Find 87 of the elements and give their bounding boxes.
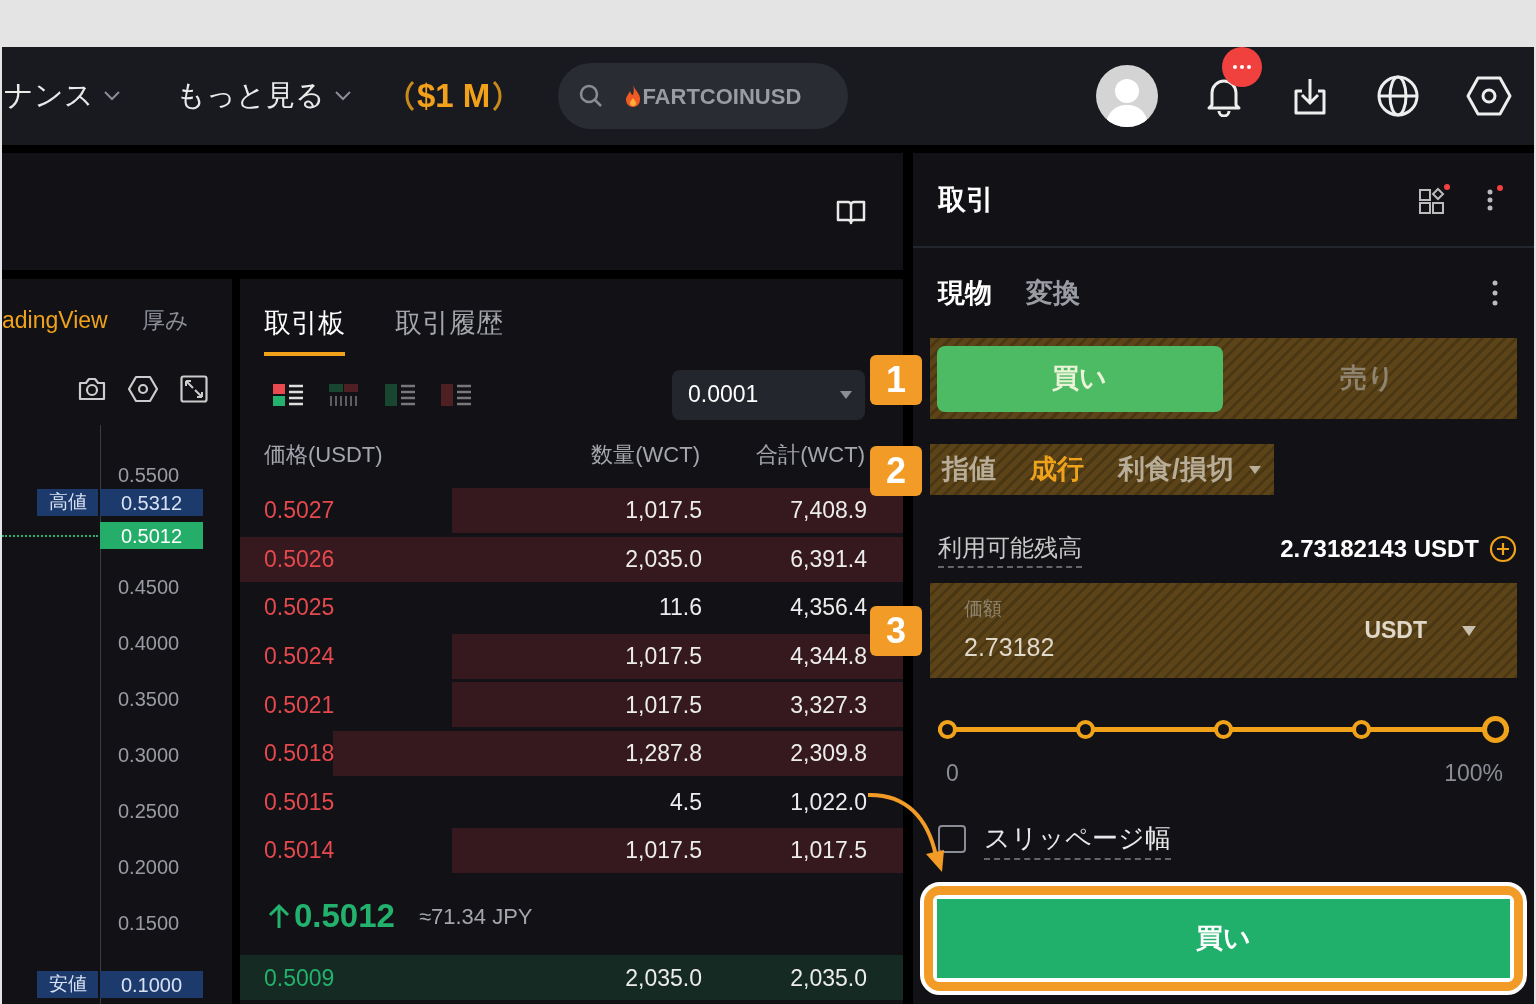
price-tag-label: 高値 [37, 489, 98, 516]
camera-icon[interactable] [78, 376, 106, 402]
order-amount: 2,035.0 [624, 963, 702, 993]
chart-tab[interactable]: 厚み [141, 302, 189, 338]
field-value: 2.73182 [964, 632, 1055, 663]
step-number-badge: 1 [870, 355, 922, 405]
slider-track[interactable] [938, 716, 1509, 743]
up-arrow-icon [268, 903, 290, 930]
search-bar[interactable]: FARTCOINUSD [558, 63, 849, 129]
price-tag-label: 安値 [37, 971, 98, 998]
axis-label: 0.1500 [118, 911, 180, 936]
order-total: 2,309.8 [789, 739, 867, 769]
order-amount: 1,017.5 [624, 836, 702, 866]
fullscreen-icon[interactable] [180, 375, 208, 403]
axis-label: 0.4500 [118, 575, 180, 600]
balance-value: 2.73182143 USDT [1280, 534, 1479, 564]
last-price: 0.5012 [294, 896, 395, 937]
order-total: 2,035.0 [789, 963, 867, 993]
order-book-tab[interactable]: 取引板 [264, 303, 345, 356]
order-total: 3,327.3 [789, 690, 867, 720]
nav-menu-item[interactable]: ナンス [4, 74, 94, 118]
order-total: 4,356.4 [789, 593, 867, 623]
globe-icon[interactable] [1376, 74, 1420, 118]
order-amount: 11.6 [657, 593, 702, 623]
nav-menu-item[interactable]: もっと見る [176, 74, 325, 118]
search-field[interactable]: FARTCOINUSD [642, 79, 833, 113]
order-price: 0.5025 [264, 593, 336, 623]
column-header: 価格(USDT) [264, 441, 384, 470]
order-type-tab[interactable]: 成行 [1030, 449, 1084, 490]
notification-badge-icon [1222, 47, 1262, 87]
order-amount: 1,017.5 [624, 690, 702, 720]
trade-tab[interactable]: 現物 [938, 272, 992, 314]
axis-label: 0.3000 [118, 743, 180, 768]
column-header: 合計(WCT) [755, 441, 865, 470]
order-amount: 1,017.5 [624, 642, 702, 672]
order-price: 0.5027 [264, 496, 336, 526]
order-price: 0.5024 [264, 642, 336, 672]
flame-icon [624, 84, 643, 108]
order-total: 1,017.5 [789, 836, 867, 866]
unit-dropdown-label[interactable]: USDT [1364, 613, 1427, 648]
widgets-icon[interactable] [1418, 183, 1450, 216]
checkbox-label: スリッページ幅 [984, 818, 1171, 860]
panel-title: 取引 [938, 182, 994, 217]
order-price: 0.5009 [264, 963, 336, 993]
current-price-tag: 0.5012 [100, 522, 203, 549]
axis-label: 0.2500 [118, 799, 180, 824]
order-total: 4,344.8 [789, 642, 867, 672]
order-amount: 1,017.5 [624, 496, 702, 526]
price-tag: 0.1000 [100, 971, 203, 998]
order-book-tab[interactable]: 取引履歴 [395, 303, 503, 356]
fiat-price: ≈71.34 JPY [418, 902, 533, 931]
axis-label: 0.4000 [118, 631, 180, 656]
price-tag: 0.5312 [100, 489, 203, 516]
caret-icon [1247, 464, 1262, 475]
promo-label[interactable]: $1 M [417, 71, 491, 121]
slider-max-label: 100% [1444, 759, 1503, 788]
order-book-view-icon[interactable] [273, 381, 305, 408]
axis-label: 0.2000 [118, 855, 180, 880]
column-header: 数量(WCT) [590, 441, 700, 470]
chart-tab[interactable]: adingView [2, 302, 108, 338]
order-price: 0.5021 [264, 690, 336, 720]
order-price: 0.5015 [264, 787, 336, 817]
order-type-tab[interactable]: 利食/損切 [1118, 449, 1234, 490]
order-type-tab[interactable]: 指値 [942, 449, 996, 490]
balance-label: 利用可能残高 [938, 530, 1082, 568]
axis-label: 0.5500 [118, 463, 180, 488]
order-total: 6,391.4 [789, 544, 867, 574]
order-total: 7,408.9 [789, 496, 867, 526]
slider-min-label: 0 [946, 759, 959, 788]
order-price: 0.5014 [264, 836, 336, 866]
field-label: 価額 [964, 596, 1003, 621]
order-amount: 4.5 [669, 787, 702, 817]
tick-size-dropdown[interactable]: 0.0001 [672, 369, 865, 420]
axis-label: 0.3500 [118, 687, 180, 712]
settings-icon[interactable] [128, 375, 158, 403]
step-number-badge: 3 [870, 606, 922, 656]
order-total: 1,022.0 [789, 787, 867, 817]
order-price: 0.5026 [264, 544, 336, 574]
amount-input-field[interactable]: 価額 2.73182 USDT [930, 583, 1517, 678]
trade-tab[interactable]: 変換 [1026, 272, 1080, 314]
order-amount: 1,287.8 [624, 739, 702, 769]
order-amount: 2,035.0 [624, 544, 702, 574]
caret-icon [1461, 624, 1477, 637]
step-number-badge: 2 [870, 446, 922, 496]
add-circle-icon[interactable] [1489, 535, 1517, 563]
order-price: 0.5018 [264, 739, 336, 769]
caret-icon [839, 389, 853, 400]
